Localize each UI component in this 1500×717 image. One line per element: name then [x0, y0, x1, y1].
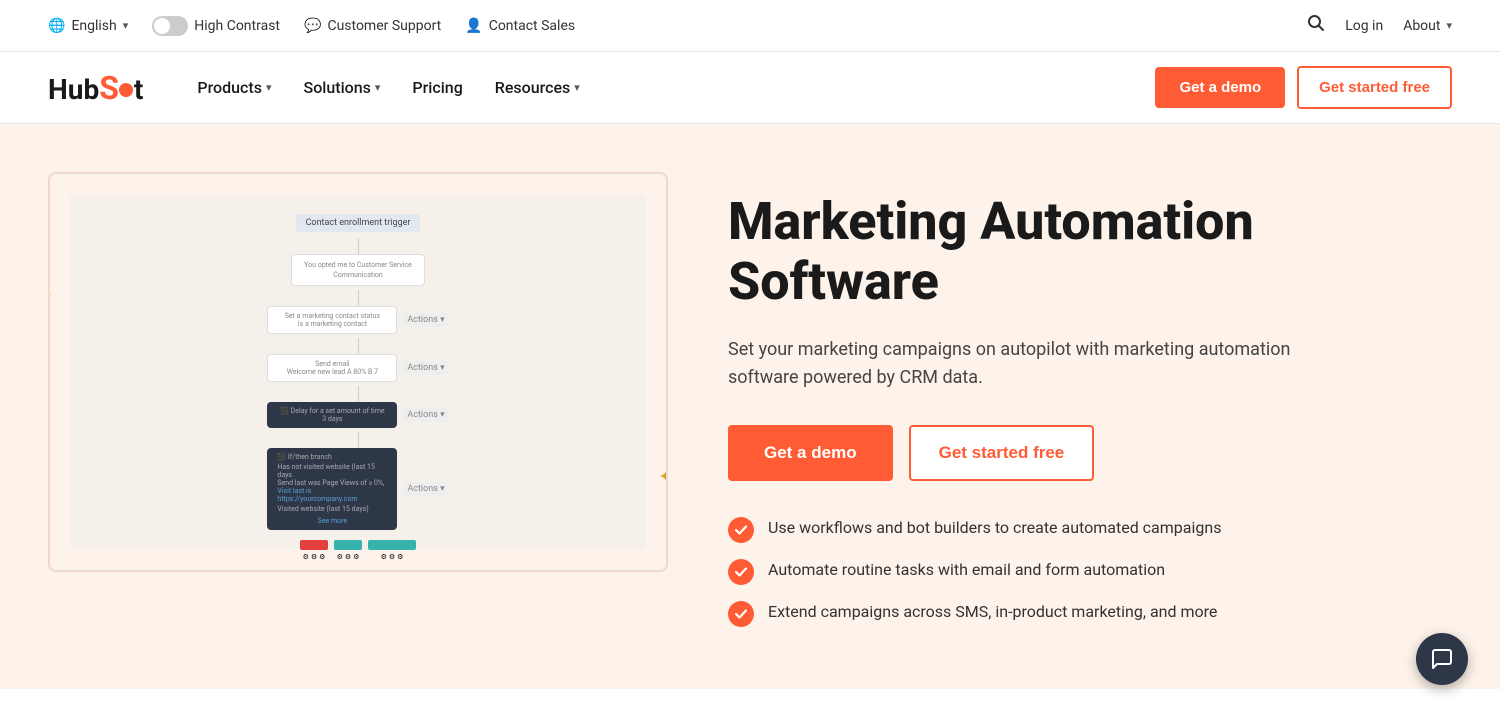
chevron-down-icon: ▾: [123, 19, 129, 32]
utility-bar: 🌐 English ▾ High Contrast 💬 Customer Sup…: [0, 0, 1500, 52]
hubspot-logo[interactable]: HubSt: [48, 69, 143, 107]
language-selector[interactable]: 🌐 English ▾: [48, 18, 128, 34]
main-nav: HubSt Products ▾ Solutions ▾ Pricing Res…: [0, 52, 1500, 124]
about-menu[interactable]: About ▾: [1403, 18, 1452, 34]
hero-section: ✦ ✦ ✦ Contact enrollment trigger You opt…: [0, 124, 1500, 689]
sparkle-decoration-3: ✦: [658, 465, 668, 490]
feature-item-1: Use workflows and bot builders to create…: [728, 517, 1452, 543]
feature-list: Use workflows and bot builders to create…: [728, 517, 1452, 627]
hero-title: Marketing Automation Software: [728, 192, 1452, 312]
sparkle-decoration-1: ✦: [48, 284, 53, 309]
chat-icon: 💬: [304, 18, 321, 34]
hero-subtitle: Set your marketing campaigns on autopilo…: [728, 336, 1308, 394]
utility-bar-right: Log in About ▾: [1307, 14, 1452, 37]
high-contrast-toggle[interactable]: High Contrast: [152, 16, 280, 36]
contact-sales-link[interactable]: 👤 Contact Sales: [465, 18, 575, 34]
chat-bubble[interactable]: [1416, 633, 1468, 685]
login-link[interactable]: Log in: [1345, 18, 1383, 34]
feature-text-3: Extend campaigns across SMS, in-product …: [768, 601, 1217, 623]
products-menu[interactable]: Products ▾: [183, 70, 285, 105]
chevron-down-icon: ▾: [266, 81, 272, 94]
nav-links: Products ▾ Solutions ▾ Pricing Resources…: [183, 70, 1155, 105]
language-label: English: [71, 18, 116, 34]
solutions-menu[interactable]: Solutions ▾: [290, 70, 395, 105]
logo-text: HubSt: [48, 73, 143, 106]
about-label: About: [1403, 18, 1440, 34]
feature-item-3: Extend campaigns across SMS, in-product …: [728, 601, 1452, 627]
hero-get-demo-button[interactable]: Get a demo: [728, 425, 893, 481]
pricing-label: Pricing: [412, 78, 462, 97]
utility-bar-left: 🌐 English ▾ High Contrast 💬 Customer Sup…: [48, 16, 1307, 36]
feature-item-2: Automate routine tasks with email and fo…: [728, 559, 1452, 585]
pricing-link[interactable]: Pricing: [398, 70, 476, 105]
feature-text-2: Automate routine tasks with email and fo…: [768, 559, 1165, 581]
resources-menu[interactable]: Resources ▾: [481, 70, 594, 105]
hero-get-started-button[interactable]: Get started free: [909, 425, 1095, 481]
feature-text-1: Use workflows and bot builders to create…: [768, 517, 1221, 539]
products-label: Products: [197, 78, 262, 97]
toggle-switch[interactable]: [152, 16, 188, 36]
workflow-diagram: Contact enrollment trigger You opted me …: [70, 194, 646, 550]
solutions-label: Solutions: [304, 78, 371, 97]
chevron-down-icon: ▾: [574, 81, 580, 94]
check-icon-1: [728, 517, 754, 543]
get-started-button[interactable]: Get started free: [1297, 66, 1452, 109]
nav-buttons: Get a demo Get started free: [1155, 66, 1452, 109]
hero-content: Marketing Automation Software Set your m…: [728, 172, 1452, 627]
high-contrast-label: High Contrast: [194, 18, 280, 34]
check-icon-3: [728, 601, 754, 627]
hero-buttons: Get a demo Get started free: [728, 425, 1452, 481]
hero-image: ✦ ✦ ✦ Contact enrollment trigger You opt…: [48, 172, 668, 572]
customer-support-label: Customer Support: [327, 18, 441, 34]
chat-bubble-icon: [1430, 647, 1454, 671]
chevron-down-icon: ▾: [1446, 19, 1452, 32]
chevron-down-icon: ▾: [375, 81, 381, 94]
workflow-mock: Contact enrollment trigger You opted me …: [70, 194, 646, 550]
search-button[interactable]: [1307, 14, 1325, 37]
resources-label: Resources: [495, 78, 571, 97]
search-icon: [1307, 14, 1325, 32]
customer-support-link[interactable]: 💬 Customer Support: [304, 18, 441, 34]
get-demo-button[interactable]: Get a demo: [1155, 67, 1285, 108]
person-icon: 👤: [465, 18, 482, 34]
contact-sales-label: Contact Sales: [489, 18, 575, 34]
globe-icon: 🌐: [48, 18, 65, 34]
check-icon-2: [728, 559, 754, 585]
